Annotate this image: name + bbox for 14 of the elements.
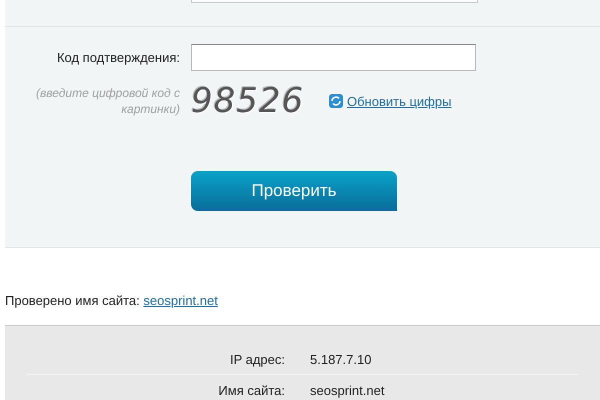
info-value: seosprint.net (310, 382, 384, 398)
site-link[interactable]: seosprint.net (143, 293, 218, 308)
captcha-text: 98526 (191, 81, 301, 121)
input-field[interactable] (191, 0, 478, 3)
checked-site-text: Проверено имя сайта: seosprint.net (5, 293, 218, 308)
input-field[interactable] (191, 44, 476, 71)
info-label: IP адрес: (228, 352, 285, 366)
field-label: Код подтверждения: (56, 50, 181, 65)
submit-button[interactable]: Проверить (191, 171, 397, 211)
info-label: Имя сайта: (217, 382, 285, 398)
hint-text: (введите цифровой код с картинки) (34, 85, 180, 117)
info-value: 5.187.7.10 (310, 352, 372, 366)
refresh-link[interactable]: Обновить цифры (347, 94, 452, 108)
refresh-icon[interactable] (329, 94, 343, 108)
